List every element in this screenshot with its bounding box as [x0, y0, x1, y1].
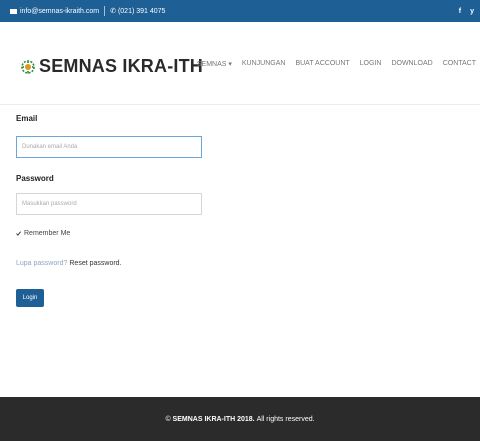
- site-header: SEMNAS IKRA-ITH SEMNAS ▾ KUNJUNGAN BUAT …: [0, 22, 480, 105]
- divider: [104, 6, 106, 16]
- email-field[interactable]: Dunakan email Anda: [16, 136, 202, 158]
- footer-rights: All rights reserved.: [256, 415, 315, 423]
- login-button[interactable]: Login: [16, 289, 44, 307]
- brand[interactable]: SEMNAS IKRA-ITH: [20, 56, 203, 77]
- footer-brand: SEMNAS IKRA-ITH 2018.: [172, 415, 255, 423]
- top-contact-bar: info@semnas-ikraith.com ✆ (021) 391 4075…: [0, 0, 480, 22]
- nav-item-semnas[interactable]: SEMNAS ▾: [197, 60, 232, 68]
- forgot-password: Lupa password? Reset password.: [16, 260, 122, 267]
- nav-item-download[interactable]: DOWNLOAD: [391, 60, 432, 68]
- password-label: Password: [16, 174, 54, 183]
- nav-item-kunjungan[interactable]: KUNJUNGAN: [242, 60, 286, 68]
- forgot-password-question: Lupa password?: [16, 260, 68, 267]
- contact-info: info@semnas-ikraith.com ✆ (021) 391 4075: [10, 0, 165, 22]
- email-placeholder: Dunakan email Anda: [22, 144, 78, 150]
- main-nav: SEMNAS ▾ KUNJUNGAN BUAT ACCOUNT LOGIN DO…: [197, 60, 476, 68]
- remember-me[interactable]: Remember Me: [16, 230, 70, 237]
- nav-item-login[interactable]: LOGIN: [360, 60, 382, 68]
- contact-phone: (021) 391 4075: [117, 7, 166, 15]
- email-label: Email: [16, 114, 38, 123]
- checkbox-icon[interactable]: [16, 231, 21, 236]
- logo-icon: [21, 59, 35, 74]
- mail-icon: [10, 8, 17, 14]
- phone-icon: ✆: [110, 8, 116, 15]
- facebook-icon[interactable]: f: [459, 8, 461, 15]
- remember-me-label: Remember Me: [24, 230, 71, 237]
- nav-item-contact[interactable]: CONTACT: [443, 60, 476, 68]
- password-placeholder: Masukkan password: [22, 201, 77, 207]
- brand-name: SEMNAS IKRA-ITH: [39, 56, 203, 76]
- site-footer: © SEMNAS IKRA-ITH 2018. All rights reser…: [0, 397, 480, 441]
- social-links: f y: [459, 0, 474, 22]
- password-field[interactable]: Masukkan password: [16, 193, 202, 215]
- contact-email[interactable]: info@semnas-ikraith.com: [20, 8, 99, 15]
- nav-item-buat-account[interactable]: BUAT ACCOUNT: [295, 60, 349, 68]
- youtube-icon[interactable]: y: [470, 8, 474, 15]
- reset-password-link[interactable]: Reset password.: [69, 260, 121, 267]
